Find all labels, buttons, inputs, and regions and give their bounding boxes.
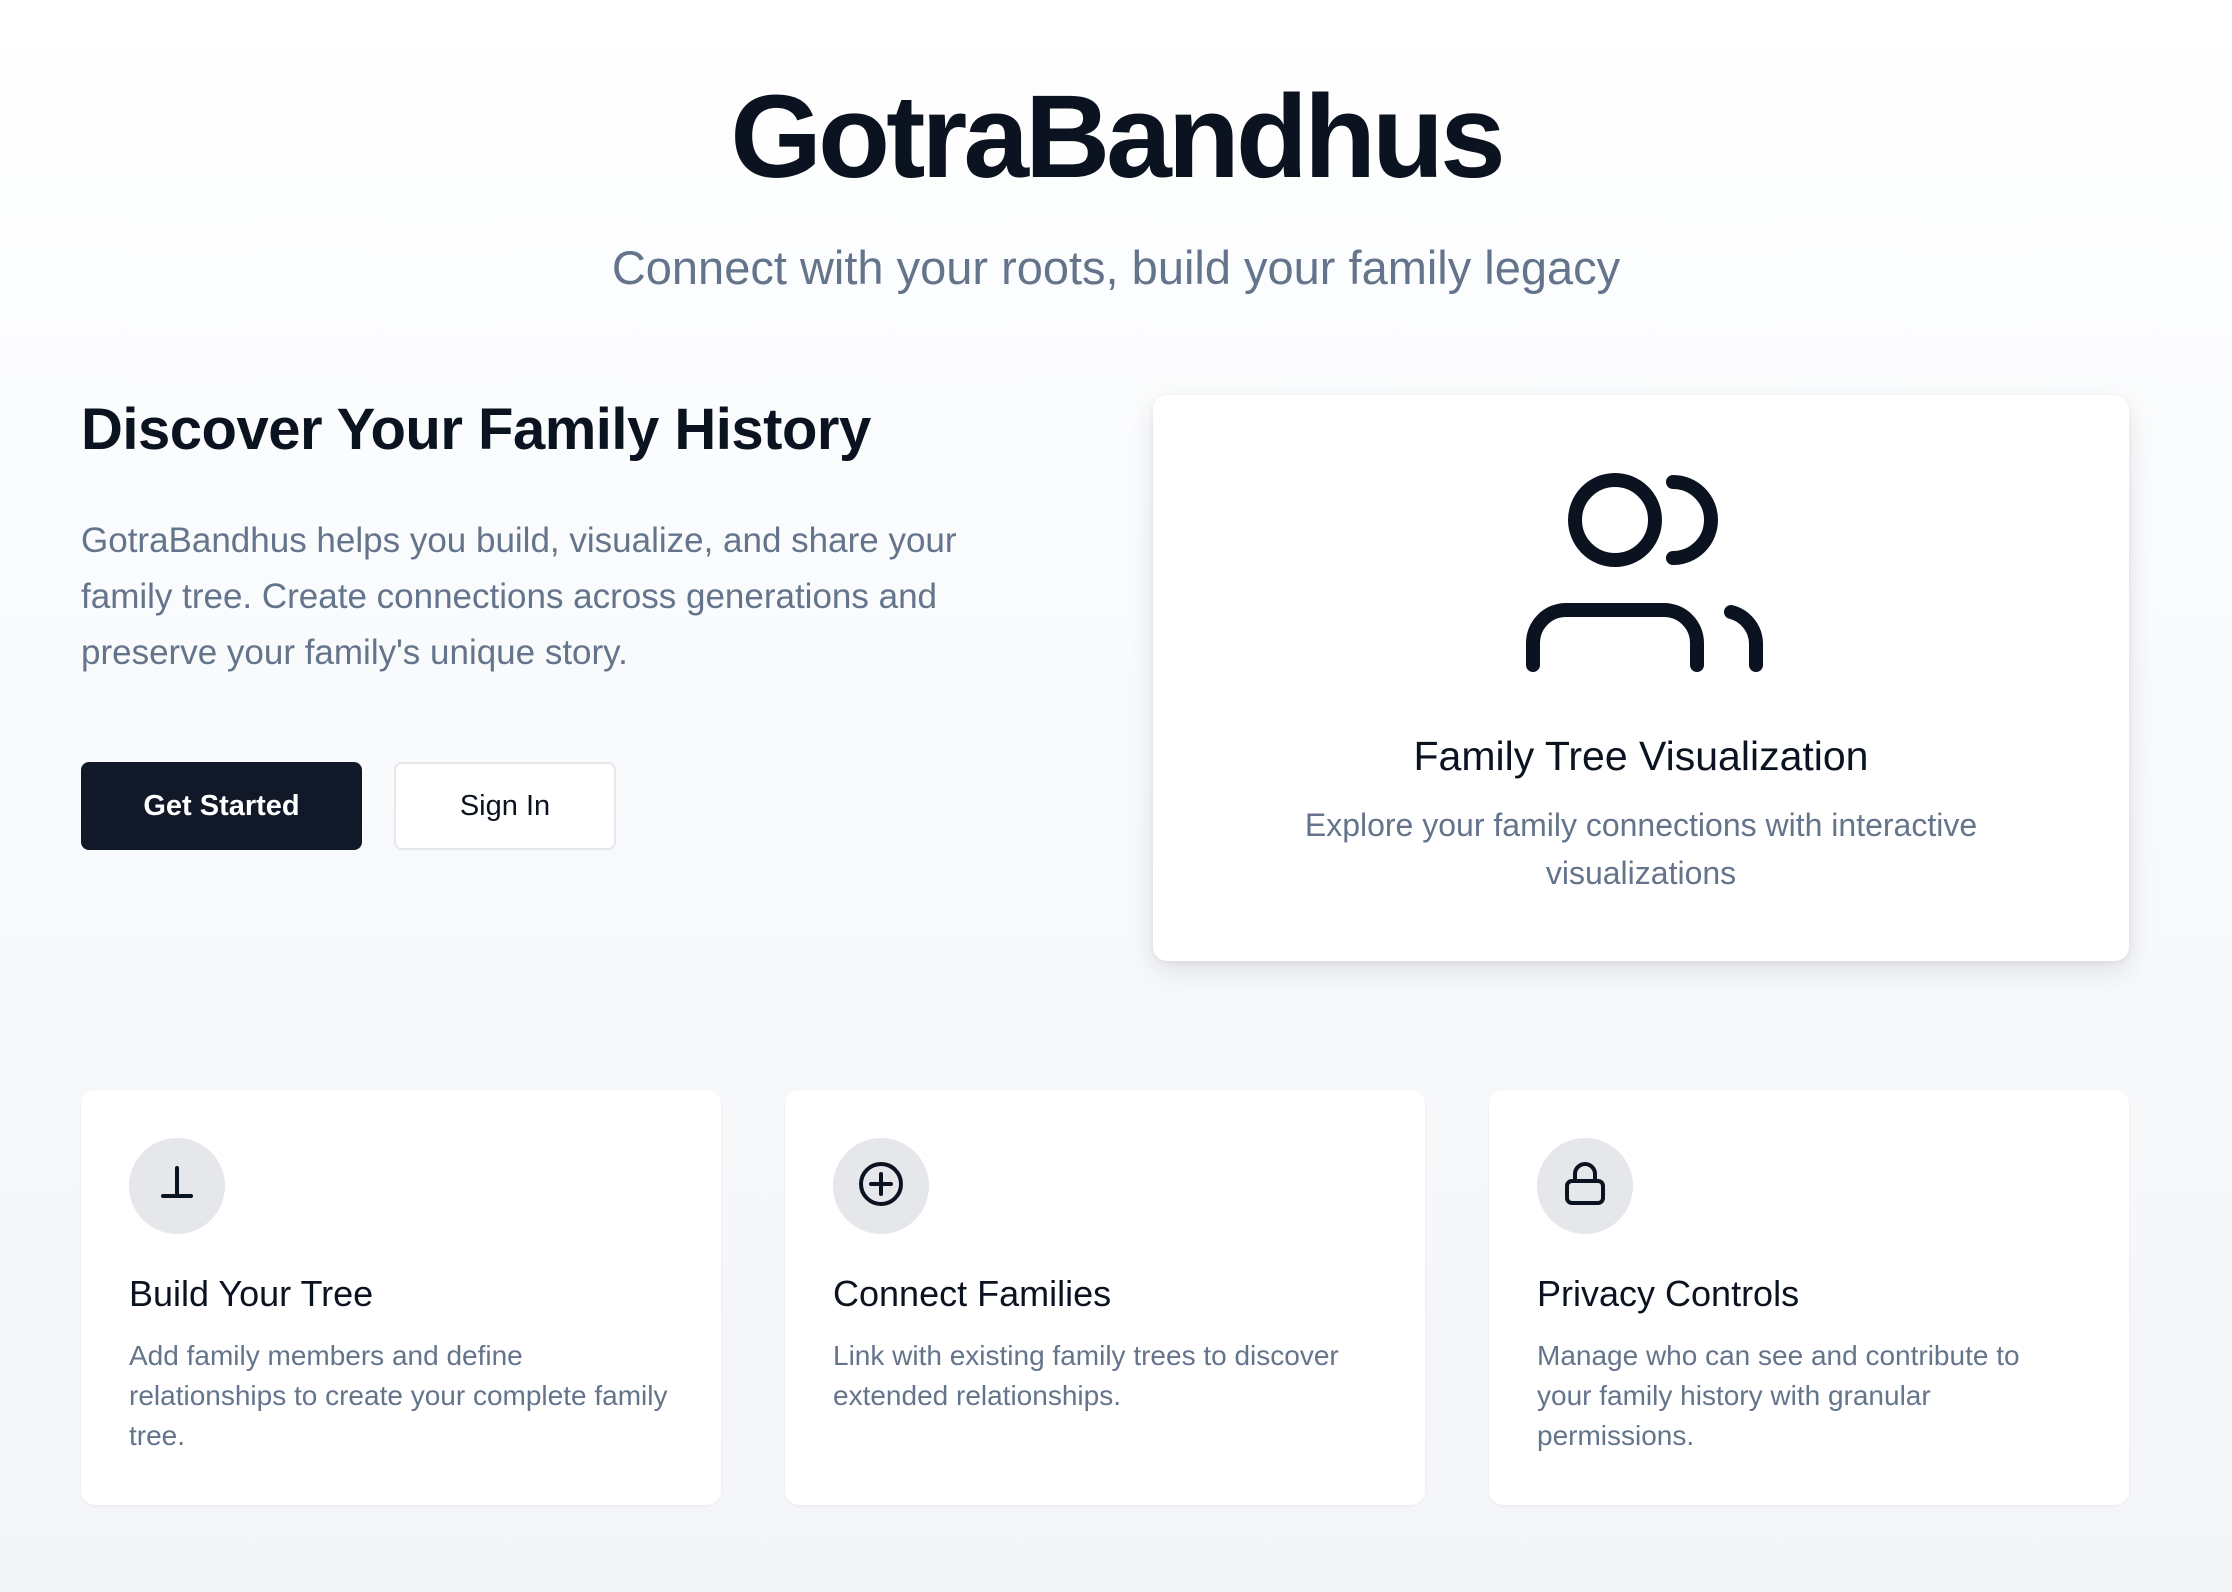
feature-description: Add family members and define relationsh… [129, 1340, 668, 1451]
feature-icon-container [833, 1138, 929, 1234]
get-started-button[interactable]: Get Started [81, 762, 362, 850]
feature-card-privacy-controls: Privacy Controls Manage who can see and … [1489, 1090, 2129, 1505]
hero-title: Discover Your Family History [81, 397, 871, 462]
users-icon [1518, 460, 1778, 680]
feature-description: Link with existing family trees to disco… [833, 1340, 1339, 1411]
feature-card-build-tree: Build Your Tree Add family members and d… [81, 1090, 721, 1505]
feature-title: Connect Families [833, 1273, 1112, 1314]
tagline: Connect with your roots, build your fami… [611, 241, 1621, 294]
lock-icon [1561, 1159, 1609, 1214]
visualization-card: Family Tree Visualization Explore your f… [1153, 395, 2129, 961]
feature-card-connect-families: Connect Families Link with existing fami… [785, 1090, 1425, 1505]
sign-in-button[interactable]: Sign In [394, 762, 616, 850]
feature-icon-container [129, 1138, 225, 1234]
brand-title: GotraBandhus [730, 71, 1506, 203]
visualization-description: Explore your family connections with int… [1304, 807, 1978, 891]
hero-description: GotraBandhus helps you build, visualize,… [81, 521, 957, 672]
visualization-title: Family Tree Visualization [1413, 733, 1869, 779]
feature-description: Manage who can see and contribute to you… [1537, 1340, 2020, 1451]
feature-title: Privacy Controls [1537, 1273, 1800, 1314]
perpendicular-icon [153, 1160, 201, 1213]
feature-icon-container [1537, 1138, 1633, 1234]
feature-title: Build Your Tree [129, 1273, 374, 1314]
plus-circle-icon [856, 1159, 906, 1214]
